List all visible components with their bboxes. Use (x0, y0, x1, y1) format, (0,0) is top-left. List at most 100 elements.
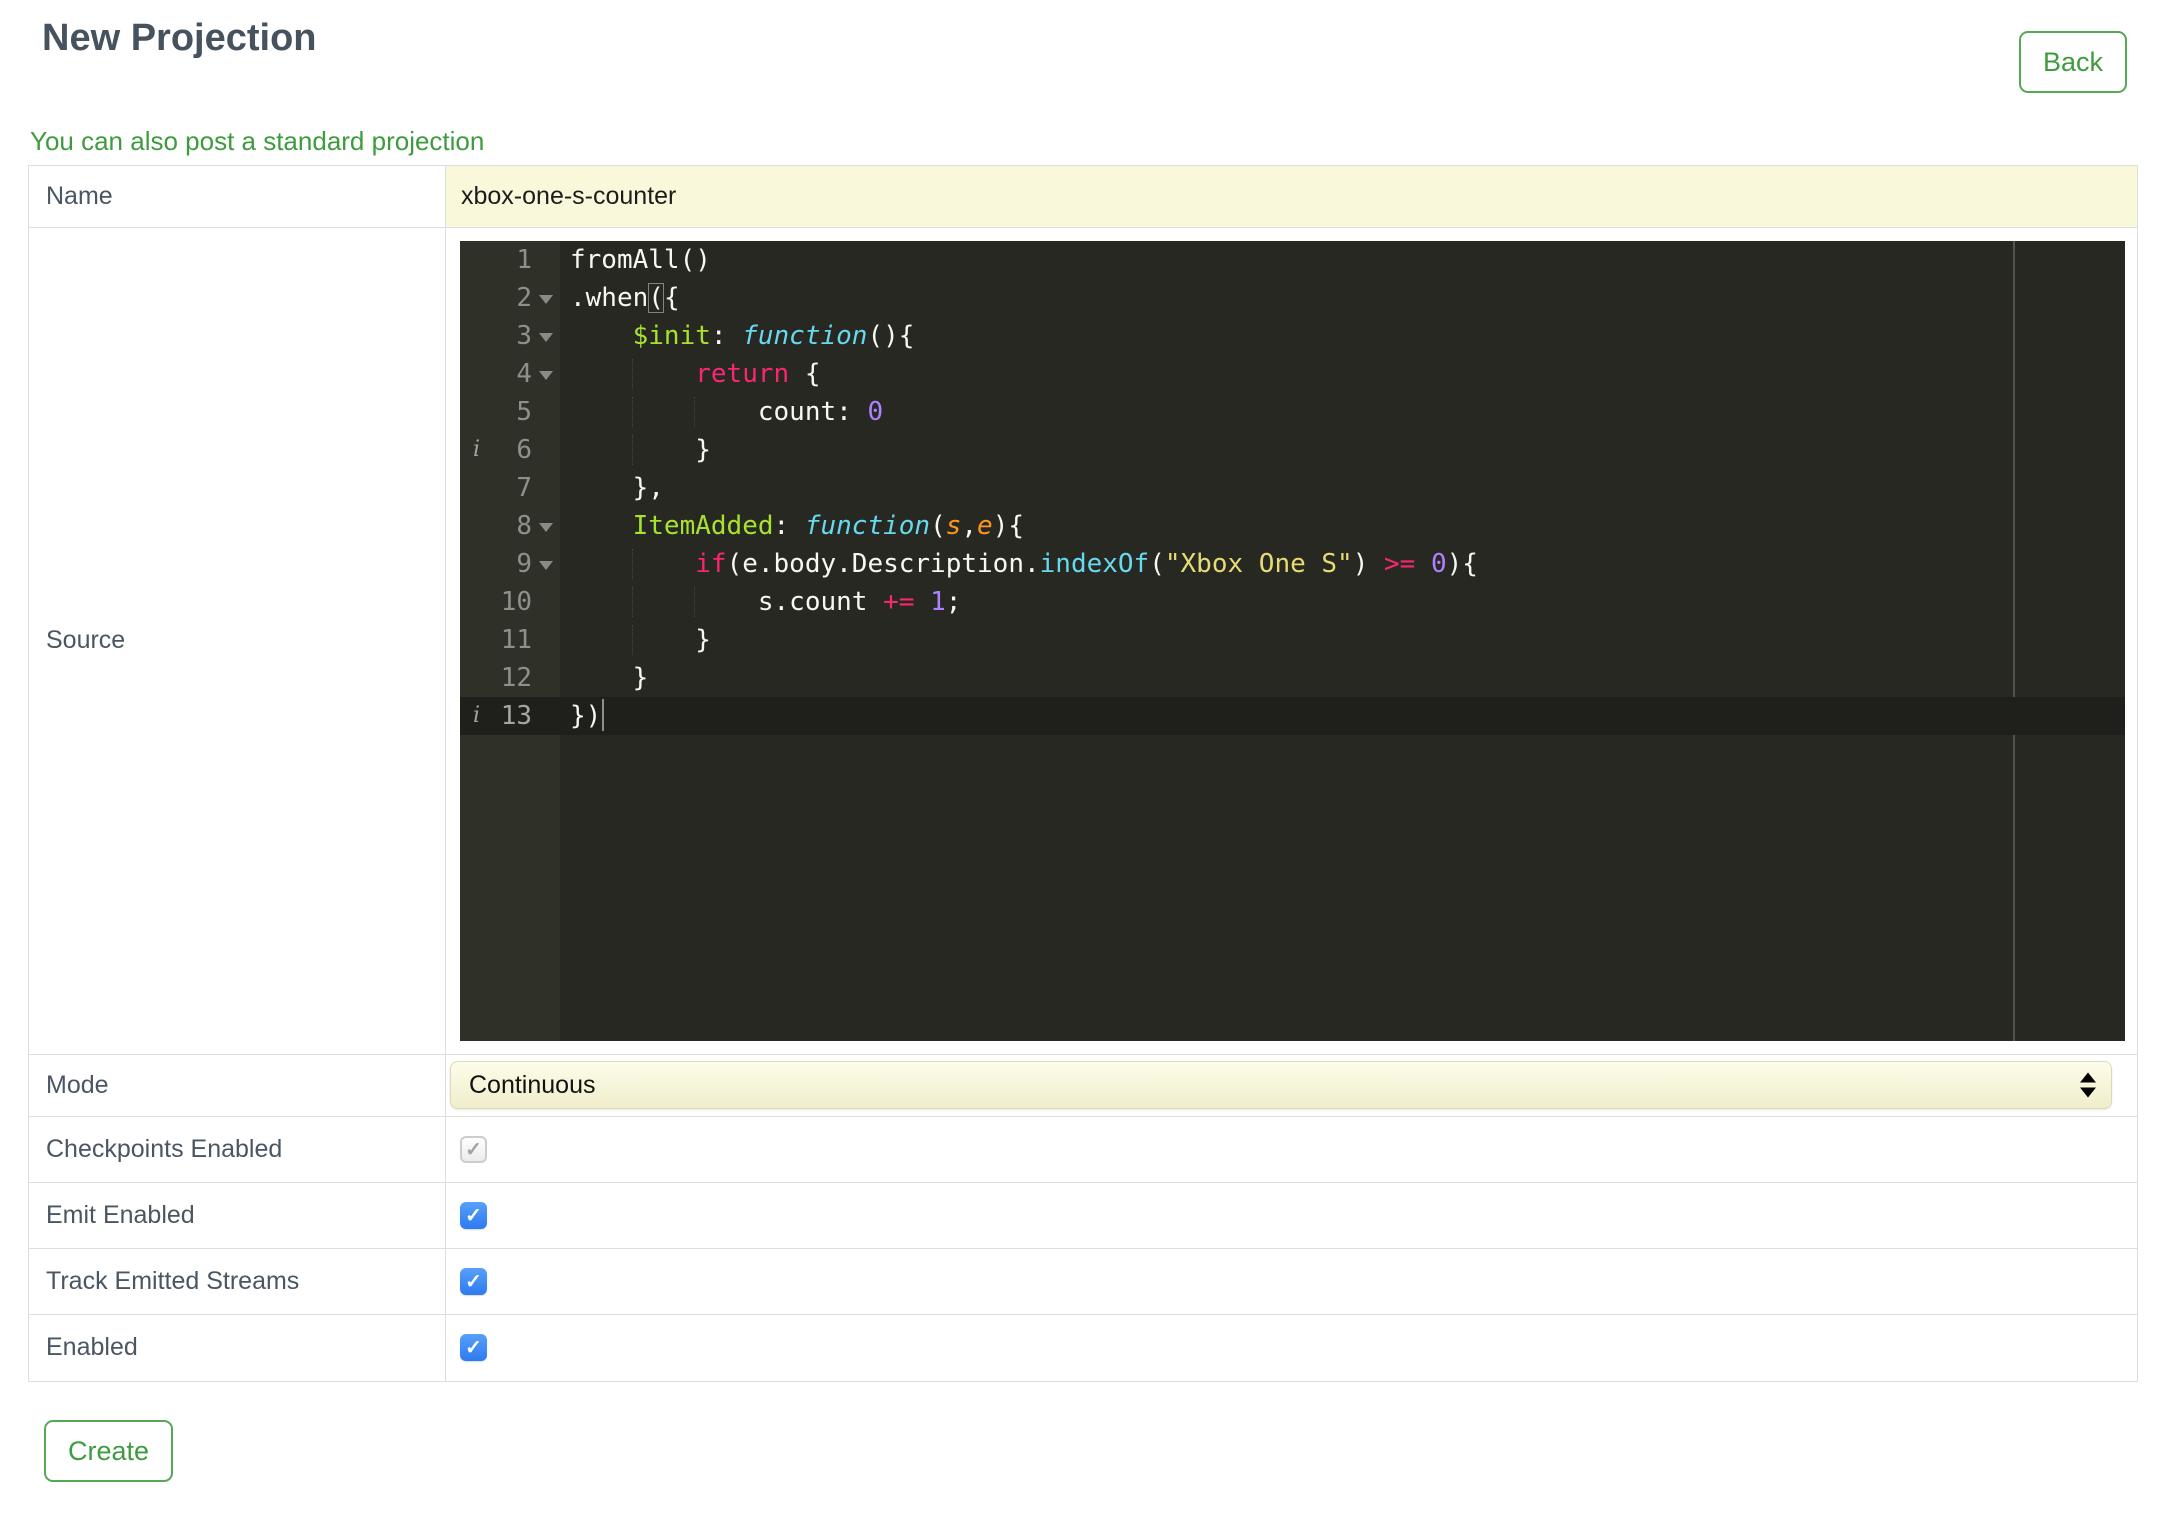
code-token: "Xbox One S" (1164, 548, 1353, 579)
code-line[interactable]: } (560, 659, 2125, 697)
indent (694, 396, 758, 427)
gutter-line: 7 (460, 469, 560, 507)
gutter-line: 10 (460, 583, 560, 621)
create-button[interactable]: Create (44, 1419, 174, 1482)
code-token: if (695, 548, 727, 579)
code-token: ( (930, 510, 946, 541)
mode-select-value: Continuous (469, 1070, 596, 1099)
fold-arrow-icon[interactable] (539, 294, 553, 304)
track-emitted-streams-row: Track Emitted Streams ✓ (29, 1248, 2137, 1315)
text-cursor (602, 698, 605, 731)
code-token: } (695, 434, 711, 465)
code-token: .when (570, 282, 649, 313)
code-line[interactable]: return { (560, 355, 2125, 393)
line-number: 3 (516, 320, 532, 351)
editor-code-area[interactable]: fromAll() .when({ $init: function(){ retu… (560, 240, 2125, 1041)
arrow-down-icon (2080, 1087, 2096, 1098)
code-line[interactable]: }) (560, 696, 2125, 735)
gutter-line: 4 (460, 355, 560, 393)
code-token: } (695, 624, 711, 655)
source-row: Source 1 2 3 4 5 i 6 7 8 9 10 11 12 i 13 fromAll() .whe… (29, 227, 2137, 1055)
back-button[interactable]: Back (2018, 31, 2127, 94)
code-token: (){ (867, 320, 915, 351)
code-token: 0 (1431, 548, 1447, 579)
fold-arrow-icon[interactable] (539, 332, 553, 342)
checkpoints-row: Checkpoints Enabled ✓ (29, 1116, 2137, 1183)
code-line[interactable]: s.count += 1; (560, 583, 2125, 621)
code-line[interactable]: $init: function(){ (560, 317, 2125, 355)
emit-enabled-checkbox[interactable]: ✓ (460, 1201, 487, 1229)
code-token: ){ (1446, 548, 1478, 579)
fold-arrow-icon[interactable] (539, 522, 553, 532)
line-number: 12 (500, 662, 532, 693)
name-input[interactable]: xbox-one-s-counter (446, 165, 2137, 227)
indent (631, 624, 696, 655)
code-token: 1 (930, 586, 946, 617)
gutter-line: 2 (460, 279, 560, 317)
source-label: Source (29, 227, 446, 1054)
page-title: New Projection (42, 17, 317, 59)
source-code-editor[interactable]: 1 2 3 4 5 i 6 7 8 9 10 11 12 i 13 fromAll() .when({ $in… (460, 240, 2125, 1041)
indent (694, 586, 758, 617)
enabled-row: Enabled ✓ (29, 1314, 2137, 1381)
code-token: ; (945, 586, 962, 617)
gutter-line: 3 (460, 317, 560, 355)
mode-label: Mode (29, 1054, 446, 1116)
fold-arrow-icon[interactable] (539, 560, 553, 570)
code-line[interactable]: } (560, 431, 2125, 469)
line-number: 5 (516, 396, 532, 427)
code-token: fromAll() (570, 244, 711, 275)
code-line[interactable]: ItemAdded: function(s,e){ (560, 507, 2125, 545)
gutter-line: 5 (460, 393, 560, 431)
code-token: { (789, 358, 821, 389)
mode-select[interactable]: Continuous (450, 1061, 2112, 1110)
code-token: e (977, 510, 993, 541)
code-line[interactable]: fromAll() (560, 241, 2125, 279)
code-token: ItemAdded (632, 510, 774, 541)
name-row: Name xbox-one-s-counter (29, 165, 2137, 228)
emit-enabled-row: Emit Enabled ✓ (29, 1182, 2137, 1249)
code-token: : (773, 510, 805, 541)
line-number: 7 (516, 472, 532, 503)
line-number: 8 (516, 510, 532, 541)
code-token: ) (1352, 548, 1385, 579)
fold-arrow-icon[interactable] (539, 370, 553, 380)
code-token: } (632, 662, 649, 693)
code-token: ( (1149, 548, 1165, 579)
mode-row: Mode Continuous (29, 1054, 2137, 1117)
checkpoints-label: Checkpoints Enabled (29, 1116, 446, 1182)
standard-projection-link[interactable]: You can also post a standard projection (30, 126, 484, 157)
code-token: }) (570, 700, 602, 731)
track-emitted-streams-checkbox[interactable]: ✓ (460, 1267, 487, 1295)
code-line[interactable]: } (560, 621, 2125, 659)
enabled-checkbox[interactable]: ✓ (460, 1334, 487, 1362)
code-line[interactable]: count: 0 (560, 393, 2125, 431)
code-token: += (883, 586, 915, 617)
check-icon: ✓ (465, 1270, 482, 1293)
gutter-line: i 13 (460, 696, 560, 735)
editor-gutter: 1 2 3 4 5 i 6 7 8 9 10 11 12 i 13 (460, 240, 560, 1041)
indent (631, 358, 696, 389)
code-token: count: (757, 396, 868, 427)
mode-cell: Continuous (446, 1055, 2137, 1116)
code-token: indexOf (1039, 548, 1150, 579)
code-line[interactable]: if(e.body.Description.indexOf("Xbox One … (560, 545, 2125, 583)
name-label: Name (29, 165, 446, 227)
source-cell: 1 2 3 4 5 i 6 7 8 9 10 11 12 i 13 fromAll() .when({ $in… (446, 228, 2137, 1054)
code-token: ){ (992, 510, 1024, 541)
line-number: 9 (516, 548, 532, 579)
info-annotation-icon: i (473, 436, 481, 462)
code-line[interactable]: .when({ (560, 279, 2125, 317)
code-token: : (710, 320, 743, 351)
code-line[interactable]: }, (560, 469, 2125, 507)
code-token: $init (632, 320, 711, 351)
checkpoints-checkbox: ✓ (460, 1135, 487, 1163)
check-icon: ✓ (465, 1337, 482, 1360)
